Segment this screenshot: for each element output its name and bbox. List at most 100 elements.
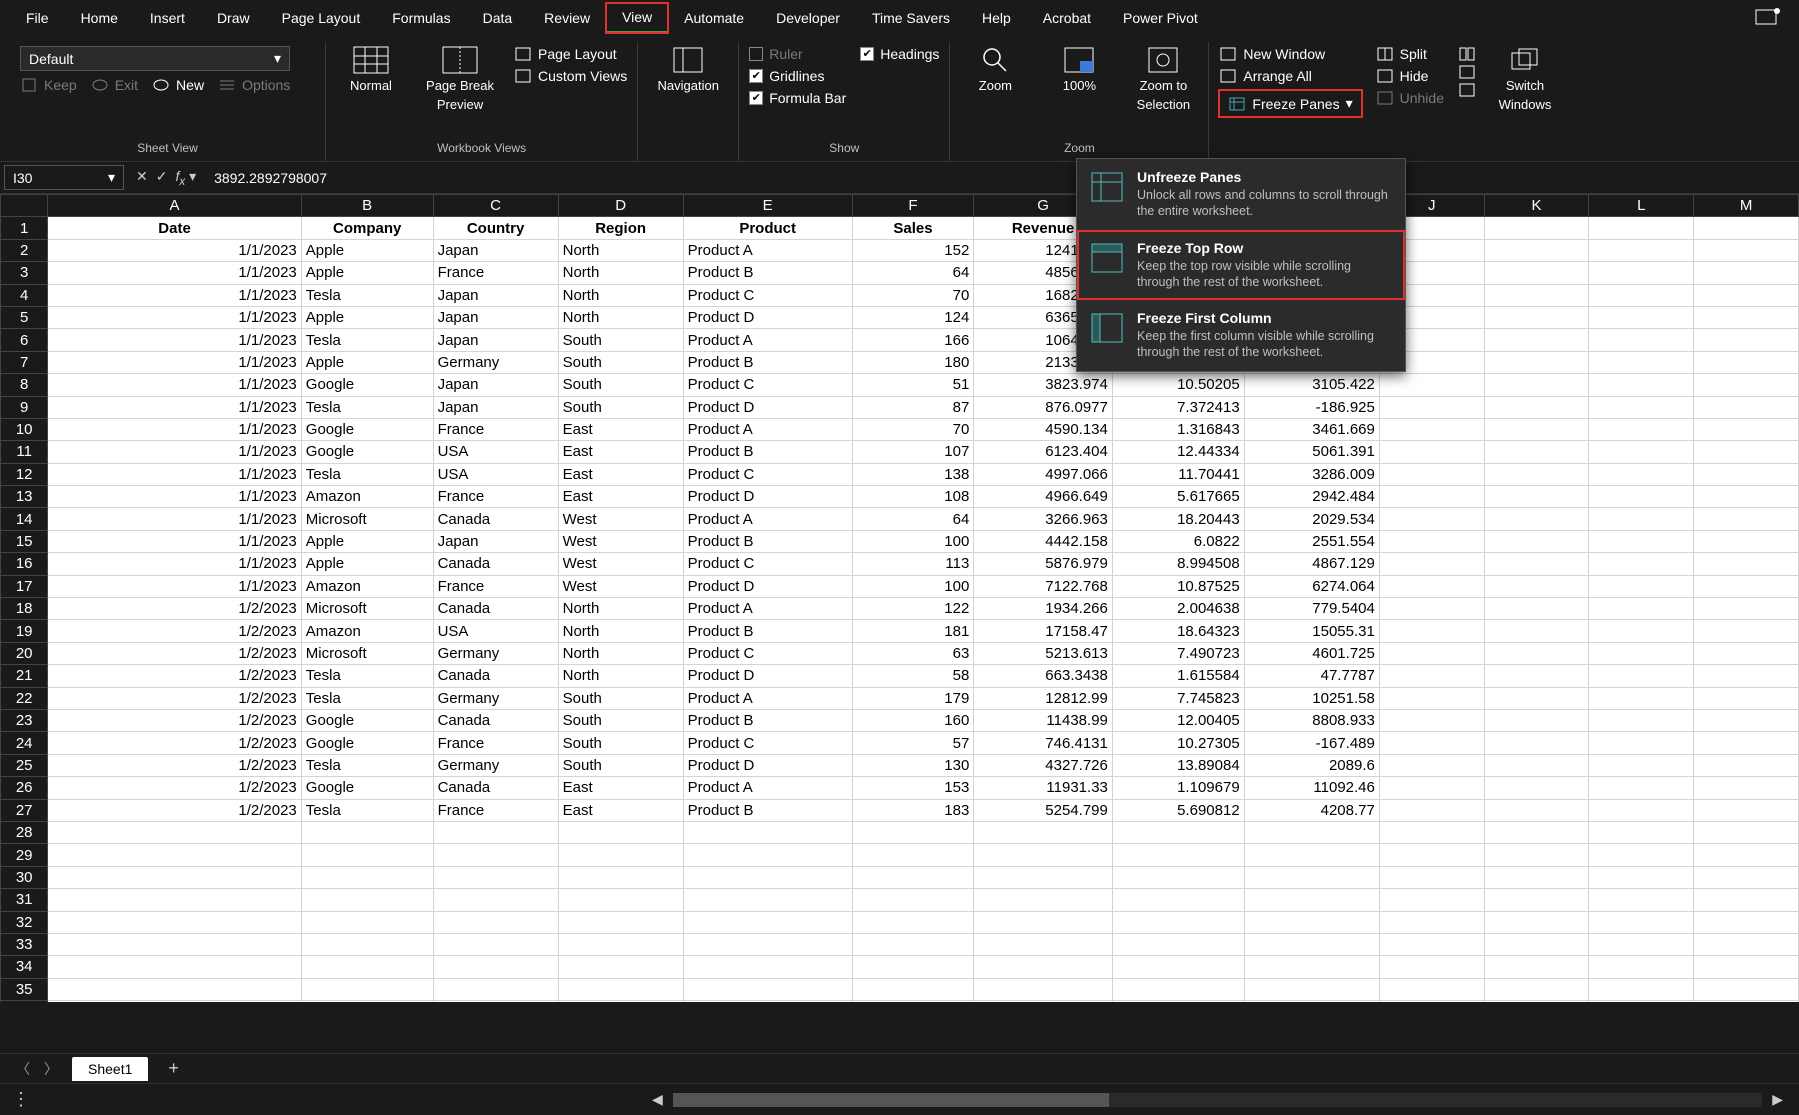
- cell[interactable]: [683, 956, 852, 978]
- cell[interactable]: 5254.799: [974, 799, 1113, 821]
- cell[interactable]: [683, 911, 852, 933]
- cell[interactable]: 7122.768: [974, 575, 1113, 597]
- cell[interactable]: Germany: [433, 351, 558, 373]
- cell[interactable]: [683, 821, 852, 843]
- cell[interactable]: 1/1/2023: [48, 441, 301, 463]
- cell[interactable]: [1694, 799, 1799, 821]
- cell[interactable]: [1112, 844, 1244, 866]
- arrange-all-button[interactable]: Arrange All: [1219, 68, 1361, 84]
- row-header[interactable]: 35: [1, 978, 48, 1000]
- cell[interactable]: 6123.404: [974, 441, 1113, 463]
- cell[interactable]: Google: [301, 777, 433, 799]
- cell[interactable]: [1484, 374, 1589, 396]
- cell[interactable]: East: [558, 777, 683, 799]
- cell[interactable]: [48, 933, 301, 955]
- cell[interactable]: Tesla: [301, 754, 433, 776]
- cell[interactable]: [558, 844, 683, 866]
- cell[interactable]: 1/2/2023: [48, 777, 301, 799]
- cell[interactable]: Product A: [683, 687, 852, 709]
- row-header[interactable]: 16: [1, 553, 48, 575]
- cell[interactable]: Japan: [433, 306, 558, 328]
- cell[interactable]: [683, 978, 852, 1000]
- cell[interactable]: Product B: [683, 620, 852, 642]
- menu-page-layout[interactable]: Page Layout: [266, 4, 377, 32]
- ruler-checkbox[interactable]: Ruler: [749, 46, 846, 62]
- row-header[interactable]: 15: [1, 530, 48, 552]
- freeze-panes-button[interactable]: Freeze Panes ▾: [1219, 90, 1361, 117]
- cell[interactable]: 15055.31: [1244, 620, 1379, 642]
- cell[interactable]: 3266.963: [974, 508, 1113, 530]
- cell[interactable]: 2551.554: [1244, 530, 1379, 552]
- cell[interactable]: [1379, 530, 1484, 552]
- cell[interactable]: Sales: [852, 217, 974, 239]
- cell[interactable]: [558, 933, 683, 955]
- cell[interactable]: [974, 844, 1113, 866]
- cell[interactable]: [1379, 799, 1484, 821]
- cell[interactable]: South: [558, 351, 683, 373]
- cell[interactable]: [1484, 777, 1589, 799]
- cell[interactable]: North: [558, 642, 683, 664]
- cell[interactable]: North: [558, 306, 683, 328]
- cell[interactable]: [1484, 620, 1589, 642]
- cell[interactable]: [974, 821, 1113, 843]
- cell[interactable]: 5.690812: [1112, 799, 1244, 821]
- cell[interactable]: East: [558, 441, 683, 463]
- cell[interactable]: Canada: [433, 508, 558, 530]
- cell[interactable]: [1484, 306, 1589, 328]
- cell[interactable]: [1379, 486, 1484, 508]
- sync-scroll-button[interactable]: [1458, 64, 1476, 80]
- cell[interactable]: Product A: [683, 508, 852, 530]
- cell[interactable]: Product A: [683, 598, 852, 620]
- cell[interactable]: 12812.99: [974, 687, 1113, 709]
- cell[interactable]: 58: [852, 665, 974, 687]
- split-button[interactable]: Split: [1376, 46, 1444, 62]
- col-header-C[interactable]: C: [433, 195, 558, 217]
- cell[interactable]: [1379, 821, 1484, 843]
- scroll-left-arrow[interactable]: ◀: [648, 1091, 667, 1108]
- cell[interactable]: [1694, 642, 1799, 664]
- cell[interactable]: 6274.064: [1244, 575, 1379, 597]
- cell[interactable]: Product B: [683, 262, 852, 284]
- cell[interactable]: [1484, 799, 1589, 821]
- cell[interactable]: 4590.134: [974, 418, 1113, 440]
- cancel-formula-icon[interactable]: ✕: [136, 168, 148, 188]
- cell[interactable]: Apple: [301, 530, 433, 552]
- cell[interactable]: Google: [301, 709, 433, 731]
- cell[interactable]: Apple: [301, 262, 433, 284]
- cell[interactable]: [433, 844, 558, 866]
- cell[interactable]: Product C: [683, 553, 852, 575]
- cell[interactable]: Product A: [683, 239, 852, 261]
- horizontal-scrollbar[interactable]: ◀ ▶: [648, 1091, 1787, 1108]
- cell[interactable]: [1589, 709, 1694, 731]
- cell[interactable]: 1/1/2023: [48, 396, 301, 418]
- cell[interactable]: 5.617665: [1112, 486, 1244, 508]
- cell[interactable]: 12.44334: [1112, 441, 1244, 463]
- cell[interactable]: [1379, 418, 1484, 440]
- col-header-F[interactable]: F: [852, 195, 974, 217]
- cell[interactable]: -186.925: [1244, 396, 1379, 418]
- cell[interactable]: [558, 956, 683, 978]
- cell[interactable]: Tesla: [301, 665, 433, 687]
- cell[interactable]: [301, 1001, 433, 1002]
- cell[interactable]: 1/1/2023: [48, 306, 301, 328]
- cell[interactable]: [48, 956, 301, 978]
- cell[interactable]: [852, 978, 974, 1000]
- cell[interactable]: [1589, 598, 1694, 620]
- cell[interactable]: Product D: [683, 754, 852, 776]
- cell[interactable]: 1/1/2023: [48, 239, 301, 261]
- cell[interactable]: West: [558, 553, 683, 575]
- cell[interactable]: Google: [301, 732, 433, 754]
- row-header[interactable]: 12: [1, 463, 48, 485]
- fx-icon[interactable]: fx ▾: [175, 168, 196, 188]
- row-header[interactable]: 19: [1, 620, 48, 642]
- cell[interactable]: [1379, 933, 1484, 955]
- cell[interactable]: South: [558, 732, 683, 754]
- page-break-preview-button[interactable]: Page Break Preview: [420, 46, 500, 112]
- cell[interactable]: [1694, 687, 1799, 709]
- cell[interactable]: Product D: [683, 306, 852, 328]
- cell[interactable]: 87: [852, 396, 974, 418]
- menu-automate[interactable]: Automate: [668, 4, 760, 32]
- cell[interactable]: [433, 911, 558, 933]
- cell[interactable]: [558, 911, 683, 933]
- cell[interactable]: [1379, 508, 1484, 530]
